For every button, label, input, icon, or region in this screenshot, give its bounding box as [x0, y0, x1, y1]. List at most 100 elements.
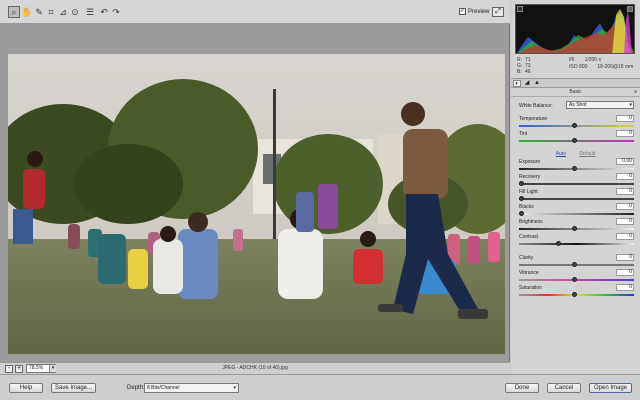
- blacks-thumb[interactable]: [519, 211, 524, 216]
- tint-thumb[interactable]: [572, 138, 577, 143]
- contrast-control: Contrast 0: [519, 233, 634, 249]
- info-readout: R: 71 G: 73 B: 46 f/6 1/200 s ISO 800 18-200@…: [517, 57, 635, 77]
- chevron-down-icon: ▾: [233, 385, 236, 391]
- straighten-icon[interactable]: ⊿: [57, 6, 69, 18]
- depth-value: 8 Bits/Channel: [147, 385, 180, 391]
- fill-light-value[interactable]: 0: [616, 188, 634, 195]
- tab-curves-icon[interactable]: ◢: [523, 80, 531, 87]
- fill-light-thumb[interactable]: [519, 196, 524, 201]
- preview-label: Preview: [468, 8, 490, 15]
- default-link[interactable]: Default: [579, 151, 595, 157]
- vibrance-control: Vibrance 0: [519, 269, 634, 285]
- clarity-thumb[interactable]: [572, 262, 577, 267]
- saturation-control: Saturation 0: [519, 284, 634, 300]
- recovery-control: Recovery 0: [519, 173, 634, 189]
- temperature-thumb[interactable]: [572, 123, 577, 128]
- brightness-label: Brightness: [519, 219, 543, 225]
- fullscreen-icon[interactable]: ⤢: [492, 7, 504, 17]
- image-canvas: [0, 24, 510, 362]
- eyedropper-icon[interactable]: ✎: [33, 6, 45, 18]
- camera-settings: f/6 1/200 s ISO 800 18-200@18 mm: [569, 57, 633, 71]
- tab-basic-icon[interactable]: ◐: [513, 80, 521, 87]
- contrast-slider[interactable]: [519, 243, 634, 245]
- blacks-control: Blacks 0: [519, 203, 634, 219]
- temperature-label: Temperature: [519, 116, 548, 122]
- toolbar: ⌕ ✋ ✎ ⌗ ⊿ ⊙ ☰ ↶ ↷ ✓ Preview ⤢: [0, 0, 510, 24]
- file-name: JPEG - ADCHK (10 of 40).jpg: [222, 365, 288, 371]
- iso: ISO 800: [569, 64, 588, 70]
- histogram: [515, 4, 635, 54]
- white-balance-row: White Balance: As Shot ▾: [519, 101, 635, 110]
- depth-select[interactable]: 8 Bits/Channel ▾: [144, 383, 239, 393]
- blacks-slider[interactable]: [519, 213, 634, 215]
- clarity-label: Clarity: [519, 255, 534, 261]
- rgb-readout: R: 71 G: 73 B: 46: [517, 57, 533, 75]
- photo-preview: [8, 54, 505, 354]
- panel-menu-icon[interactable]: ≡: [634, 89, 637, 95]
- recovery-value[interactable]: 0: [616, 173, 634, 180]
- list-icon[interactable]: ☰: [84, 6, 96, 18]
- vibrance-value[interactable]: 0: [616, 269, 634, 276]
- zoom-icon[interactable]: ⌕: [8, 6, 20, 18]
- auto-default-links: Auto Default: [511, 151, 640, 157]
- tint-control: Tint 0: [519, 130, 634, 146]
- tint-value[interactable]: 0: [616, 130, 634, 137]
- brightness-control: Brightness 0: [519, 218, 634, 234]
- save-image-button[interactable]: Save Image...: [51, 383, 96, 393]
- exposure-thumb[interactable]: [572, 166, 577, 171]
- brightness-value[interactable]: 0: [616, 218, 634, 225]
- adjustment-panel: R: 71 G: 73 B: 46 f/6 1/200 s ISO 800 18-200@…: [511, 0, 640, 374]
- status-bar: - + 78.5% ▾ JPEG - ADCHK (10 of 40).jpg: [0, 362, 510, 374]
- cancel-button[interactable]: Cancel: [547, 383, 581, 393]
- white-balance-label: White Balance:: [519, 102, 553, 109]
- blacks-label: Blacks: [519, 204, 534, 210]
- exposure-value[interactable]: 0.00: [616, 158, 634, 165]
- chevron-down-icon: ▾: [629, 102, 632, 108]
- preview-toggle[interactable]: ✓ Preview: [459, 8, 489, 15]
- fill-light-label: Fill Light: [519, 189, 538, 195]
- fill-light-control: Fill Light 0: [519, 188, 634, 204]
- contrast-label: Contrast: [519, 234, 538, 240]
- panel-tabs: ◐ ◢ ▲: [511, 78, 640, 88]
- contrast-value[interactable]: 0: [616, 233, 634, 240]
- vibrance-thumb[interactable]: [572, 277, 577, 282]
- lens: 18-200@18 mm: [597, 64, 634, 70]
- temperature-control: Temperature 0: [519, 115, 634, 131]
- contrast-thumb[interactable]: [556, 241, 561, 246]
- help-button[interactable]: Help: [9, 383, 43, 393]
- preview-checkbox[interactable]: ✓: [459, 8, 466, 15]
- open-image-button[interactable]: Open Image: [589, 383, 632, 393]
- recovery-slider[interactable]: [519, 183, 634, 185]
- section-title: Basic: [511, 89, 640, 97]
- exposure-label: Exposure: [519, 159, 541, 165]
- fill-light-slider[interactable]: [519, 198, 634, 200]
- saturation-thumb[interactable]: [572, 292, 577, 297]
- shutter-speed: 1/200 s: [584, 57, 601, 63]
- saturation-label: Saturation: [519, 285, 542, 291]
- rotate-left-icon[interactable]: ↶: [98, 6, 110, 18]
- temperature-value[interactable]: 0: [616, 115, 634, 122]
- white-balance-value: As Shot: [569, 102, 587, 108]
- blacks-value[interactable]: 0: [616, 203, 634, 210]
- brightness-thumb[interactable]: [572, 226, 577, 231]
- tab-detail-icon[interactable]: ▲: [533, 80, 541, 87]
- auto-link[interactable]: Auto: [556, 151, 566, 157]
- vibrance-label: Vibrance: [519, 270, 539, 276]
- saturation-value[interactable]: 0: [616, 284, 634, 291]
- crop-icon[interactable]: ⌗: [45, 6, 57, 18]
- recovery-thumb[interactable]: [519, 181, 524, 186]
- red-eye-icon[interactable]: ⊙: [69, 6, 81, 18]
- recovery-label: Recovery: [519, 174, 541, 180]
- done-button[interactable]: Done: [505, 383, 539, 393]
- clarity-control: Clarity 0: [519, 254, 634, 270]
- white-balance-select[interactable]: As Shot ▾: [566, 101, 634, 109]
- rotate-right-icon[interactable]: ↷: [110, 6, 122, 18]
- clarity-value[interactable]: 0: [616, 254, 634, 261]
- exposure-control: Exposure 0.00: [519, 158, 634, 174]
- depth-label: Depth:: [127, 385, 145, 391]
- hand-icon[interactable]: ✋: [21, 6, 33, 18]
- tint-label: Tint: [519, 131, 528, 137]
- b-label: B:: [517, 69, 522, 75]
- dialog-footer: Help Save Image... Depth: 8 Bits/Channel…: [0, 374, 640, 400]
- aperture: f/6: [569, 57, 575, 63]
